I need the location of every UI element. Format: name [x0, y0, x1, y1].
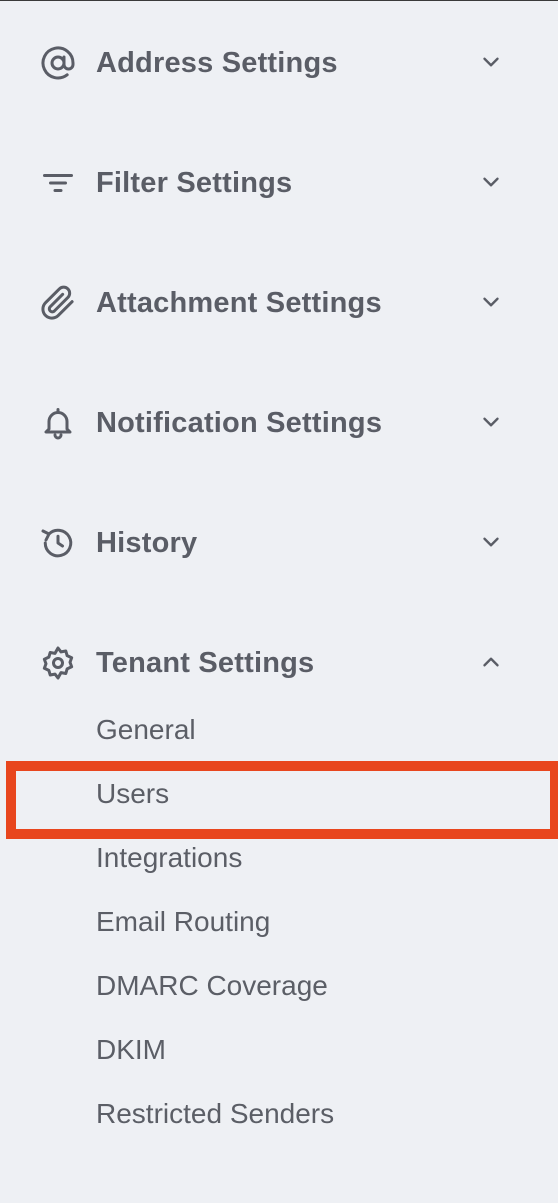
at-sign-icon — [40, 45, 76, 81]
section-tenant-settings[interactable]: Tenant Settings — [0, 633, 558, 693]
tenant-item-label: Users — [96, 778, 170, 809]
tenant-item-general[interactable]: General — [0, 703, 558, 759]
section-label: Filter Settings — [96, 167, 293, 199]
chevron-down-icon[interactable] — [478, 409, 504, 435]
section-label: Address Settings — [96, 47, 338, 79]
section-label: Notification Settings — [96, 407, 383, 439]
filter-icon — [40, 165, 76, 201]
history-icon — [40, 525, 76, 561]
paperclip-icon — [40, 285, 76, 321]
tenant-item-label: Integrations — [96, 842, 243, 873]
tenant-item-label: Restricted Senders — [96, 1098, 335, 1129]
chevron-up-icon[interactable] — [478, 649, 504, 675]
tenant-item-label: Email Routing — [96, 906, 271, 937]
tenant-item-restricted-senders[interactable]: Restricted Senders — [0, 1087, 558, 1143]
tenant-item-users[interactable]: Users — [0, 767, 558, 823]
bell-icon — [40, 405, 76, 441]
section-address-settings[interactable]: Address Settings — [0, 33, 558, 93]
section-label: Attachment Settings — [96, 287, 382, 319]
section-history[interactable]: History — [0, 513, 558, 573]
section-attachment-settings[interactable]: Attachment Settings — [0, 273, 558, 333]
chevron-down-icon[interactable] — [478, 169, 504, 195]
gear-icon — [40, 645, 76, 681]
section-filter-settings[interactable]: Filter Settings — [0, 153, 558, 213]
tenant-item-dmarc-coverage[interactable]: DMARC Coverage — [0, 959, 558, 1015]
tenant-item-label: DMARC Coverage — [96, 970, 328, 1001]
tenant-item-email-routing[interactable]: Email Routing — [0, 895, 558, 951]
section-notification-settings[interactable]: Notification Settings — [0, 393, 558, 453]
section-label: Tenant Settings — [96, 647, 315, 679]
tenant-item-label: General — [96, 714, 196, 745]
tenant-item-label: DKIM — [96, 1034, 166, 1065]
tenant-item-dkim[interactable]: DKIM — [0, 1023, 558, 1079]
chevron-down-icon[interactable] — [478, 289, 504, 315]
section-label: History — [96, 527, 198, 559]
tenant-item-integrations[interactable]: Integrations — [0, 831, 558, 887]
chevron-down-icon[interactable] — [478, 529, 504, 555]
chevron-down-icon[interactable] — [478, 49, 504, 75]
settings-sidebar: Address Settings Filter Settings Attachm… — [0, 1, 558, 1203]
